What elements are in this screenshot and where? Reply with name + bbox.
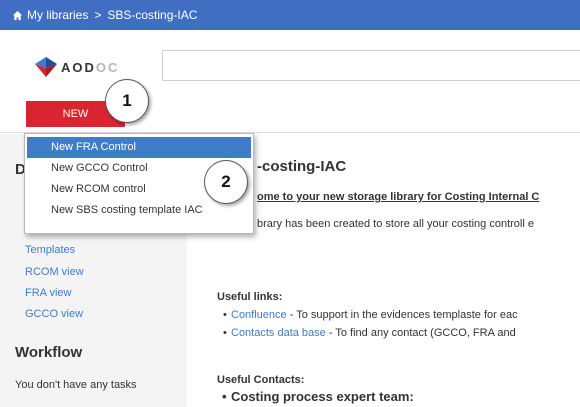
bullet: • <box>223 309 227 321</box>
breadcrumb-separator: > <box>94 8 102 22</box>
contacts-team-heading: Costing process expert team: <box>231 389 414 404</box>
sidebar-link-rcom-view[interactable]: RCOM view <box>25 266 84 278</box>
workflow-title: Workflow <box>15 344 83 361</box>
useful-contacts-label: Useful Contacts: <box>217 374 305 386</box>
menu-item-new-fra-control[interactable]: New FRA Control <box>27 137 251 158</box>
callout-2: 2 <box>204 160 248 204</box>
list-item: • Costing process expert team: <box>222 389 414 404</box>
search-input[interactable] <box>162 50 580 81</box>
logo-text: AODOC <box>61 60 119 75</box>
header: AODOC NEW <box>0 30 580 133</box>
contacts-database-link[interactable]: Contacts data base <box>231 327 326 339</box>
confluence-desc: - To support in the evidences templaste … <box>286 309 518 321</box>
list-item: • Contacts data base - To find any contac… <box>223 327 516 339</box>
app-window: My libraries > SBS-costing-IAC AODOC NEW… <box>0 0 580 407</box>
confluence-link[interactable]: Confluence <box>231 309 287 321</box>
library-description: brary has been created to store all your… <box>257 218 534 230</box>
page-title: -costing-IAC <box>257 158 347 175</box>
bullet: • <box>222 389 227 404</box>
sidebar-link-templates[interactable]: Templates <box>25 244 75 256</box>
workflow-note: You don't have any tasks <box>15 379 137 391</box>
bullet: • <box>223 327 227 339</box>
menu-item-new-sbs-costing-template[interactable]: New SBS costing template IAC <box>27 200 251 221</box>
callout-1: 1 <box>105 79 149 123</box>
sidebar-link-gcco-view[interactable]: GCCO view <box>25 308 83 320</box>
list-item: • Confluence - To support in the evidence… <box>223 309 518 321</box>
logo[interactable]: AODOC <box>34 56 119 78</box>
breadcrumb-my-libraries[interactable]: My libraries <box>27 8 88 22</box>
home-icon[interactable] <box>12 10 23 21</box>
breadcrumb-bar: My libraries > SBS-costing-IAC <box>0 0 580 30</box>
logo-text-faded: OC <box>95 59 120 75</box>
useful-links-label: Useful links: <box>217 291 283 303</box>
contacts-database-desc: - To find any contact (GCCO, FRA and <box>325 327 516 339</box>
sidebar-link-fra-view[interactable]: FRA view <box>25 287 71 299</box>
welcome-heading: ome to your new storage library for Cost… <box>257 191 540 203</box>
breadcrumb-current[interactable]: SBS-costing-IAC <box>107 8 197 22</box>
logo-text-main: AOD <box>61 59 96 75</box>
aodocs-logo-icon <box>35 57 57 77</box>
